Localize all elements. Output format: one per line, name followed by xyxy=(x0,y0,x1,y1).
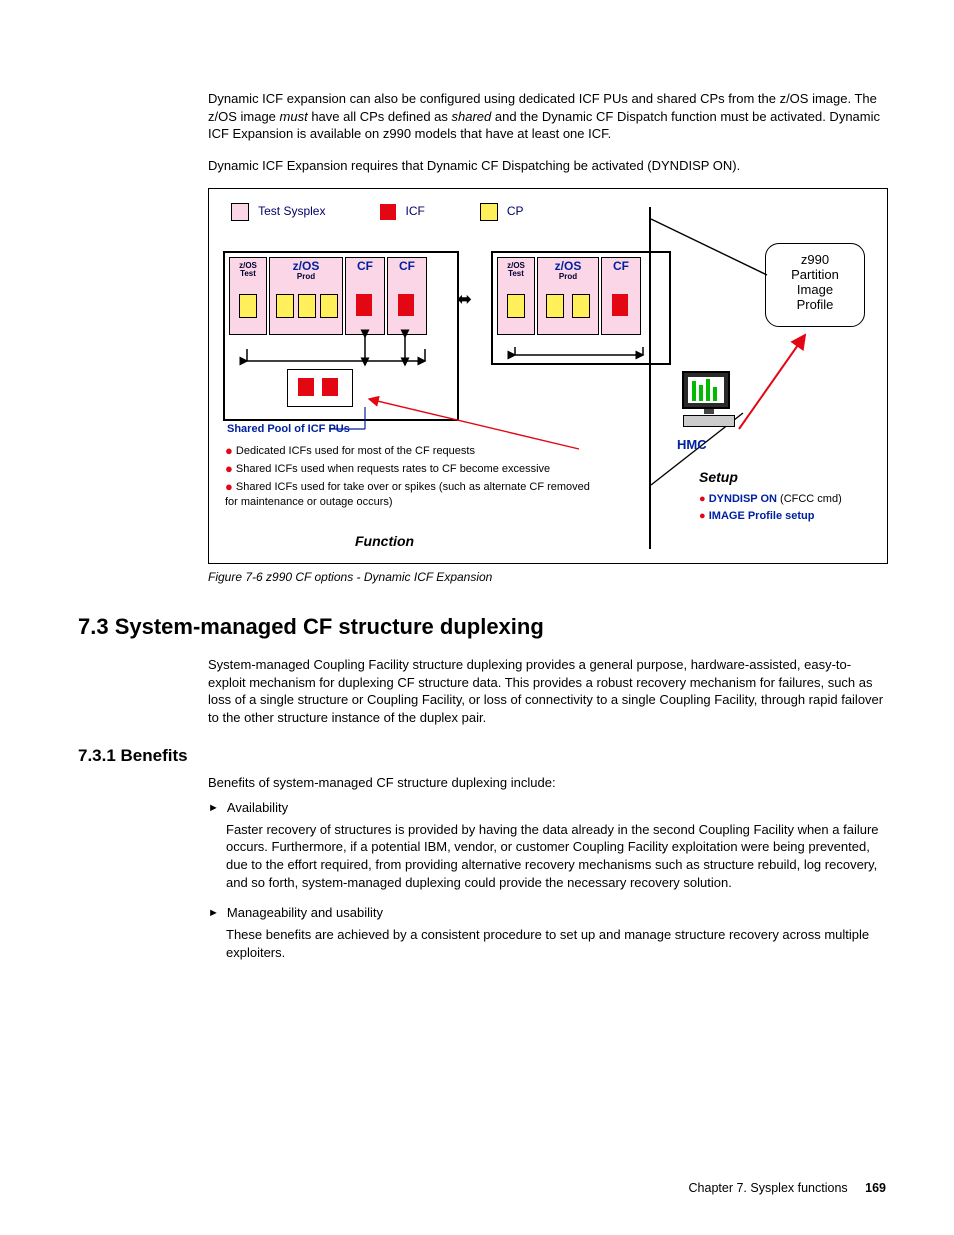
image-profile-setup: IMAGE Profile setup xyxy=(709,510,815,522)
setup-notes: ● DYNDISP ON (CFCC cmd) ● IMAGE Profile … xyxy=(699,491,842,524)
note-3: Shared ICFs used for take over or spikes… xyxy=(225,481,590,508)
note-2: Shared ICFs used when requests rates to … xyxy=(236,463,550,475)
benefit-manageability: ► Manageability and usability These benef… xyxy=(208,905,886,961)
benefit-availability: ► Availability Faster recovery of structu… xyxy=(208,800,886,891)
link-arrow-icon: ⬌ xyxy=(457,289,472,310)
p1-b: have all CPs defined as xyxy=(308,109,452,124)
system-a: z/OSTest z/OS Prod CF CF xyxy=(223,251,459,421)
benefits-list: ► Availability Faster recovery of structu… xyxy=(78,800,886,961)
benefit-1-title: Availability xyxy=(227,800,288,815)
legend-icf: ICF xyxy=(406,204,425,218)
swatch-cp xyxy=(480,203,498,221)
triangle-bullet-icon: ► xyxy=(208,802,219,814)
paragraph-3: System-managed Coupling Facility structu… xyxy=(78,656,886,726)
legend-test-sysplex: Test Sysplex xyxy=(258,204,325,218)
arrows-internal-a xyxy=(225,253,457,419)
hmc-label: HMC xyxy=(677,437,707,452)
cfcc-cmd: (CFCC cmd) xyxy=(777,493,842,505)
legend-cp: CP xyxy=(507,204,524,218)
footer-page-number: 169 xyxy=(865,1181,886,1195)
triangle-bullet-icon: ► xyxy=(208,907,219,919)
function-heading: Function xyxy=(355,533,414,549)
benefit-2-title: Manageability and usability xyxy=(227,905,383,920)
figure-7-6: Test Sysplex ICF CP z/OSTest z/OS Prod C… xyxy=(208,188,888,564)
benefits-intro: Benefits of system-managed CF structure … xyxy=(78,774,886,792)
paragraph-1: Dynamic ICF expansion can also be config… xyxy=(78,90,886,143)
heading-7-3: 7.3 System-managed CF structure duplexin… xyxy=(78,614,886,640)
paragraph-2: Dynamic ICF Expansion requires that Dyna… xyxy=(78,157,886,175)
note-1: Dedicated ICFs used for most of the CF r… xyxy=(236,445,475,457)
function-notes: ● Dedicated ICFs used for most of the CF… xyxy=(225,441,605,509)
legend: Test Sysplex ICF CP xyxy=(231,203,524,221)
p1-must: must xyxy=(280,109,308,124)
divider xyxy=(649,207,651,549)
page-footer: Chapter 7. Sysplex functions 169 xyxy=(689,1181,886,1195)
dyndisp-on: DYNDISP ON xyxy=(709,493,777,505)
swatch-icf xyxy=(380,204,396,220)
setup-heading: Setup xyxy=(699,469,738,485)
footer-chapter: Chapter 7. Sysplex functions xyxy=(689,1181,848,1195)
heading-7-3-1: 7.3.1 Benefits xyxy=(78,746,886,766)
arrows-internal-b xyxy=(493,253,669,363)
hmc-computer-icon xyxy=(682,371,736,431)
p1-shared: shared xyxy=(452,109,492,124)
figure-caption: Figure 7-6 z990 CF options - Dynamic ICF… xyxy=(208,570,886,584)
benefit-1-body: Faster recovery of structures is provide… xyxy=(226,821,886,891)
benefit-2-body: These benefits are achieved by a consist… xyxy=(226,926,886,961)
system-b: z/OSTest z/OS Prod CF xyxy=(491,251,671,365)
partition-image-profile: z990PartitionImageProfile xyxy=(765,243,865,327)
swatch-test-sysplex xyxy=(231,203,249,221)
